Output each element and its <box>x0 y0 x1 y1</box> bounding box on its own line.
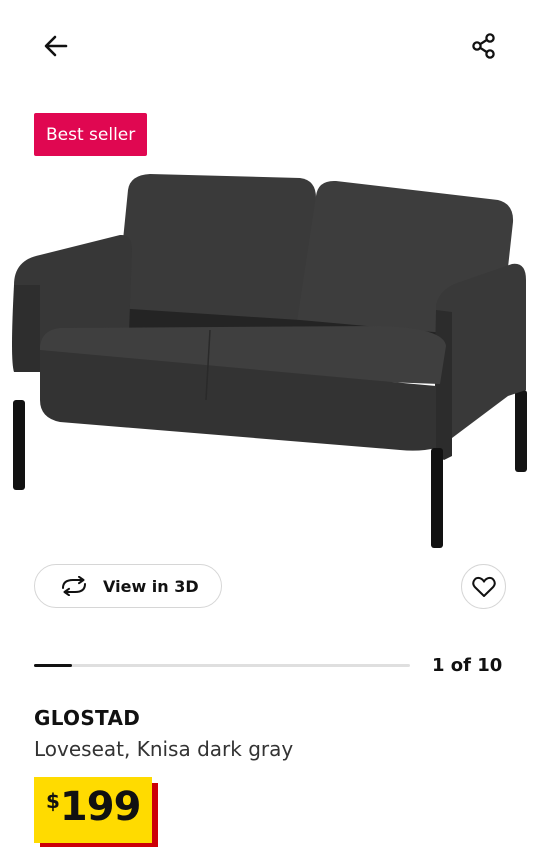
image-counter: 1 of 10 <box>432 655 503 676</box>
gallery-progress-fill <box>34 664 72 667</box>
back-button[interactable] <box>32 22 80 70</box>
favorite-button[interactable] <box>461 564 506 609</box>
gallery-progress-bar <box>34 664 410 667</box>
arrow-left-icon <box>44 35 68 57</box>
price-amount: 199 <box>59 784 141 830</box>
share-button[interactable] <box>460 22 508 70</box>
view-in-3d-button[interactable]: View in 3D <box>34 564 222 608</box>
view-in-3d-label: View in 3D <box>103 576 199 596</box>
heart-icon <box>471 576 496 597</box>
product-image[interactable] <box>0 160 540 555</box>
badge-label: Best seller <box>46 124 136 145</box>
rotate-3d-icon <box>62 576 86 596</box>
product-name: GLOSTAD <box>34 706 141 730</box>
share-icon <box>472 33 495 59</box>
price-currency: $ <box>46 789 60 813</box>
price-tag-face: $ 199 <box>34 777 152 843</box>
best-seller-badge: Best seller <box>34 113 148 156</box>
price-tag: $ 199 <box>34 777 158 847</box>
product-description: Loveseat, Knisa dark gray <box>34 737 294 761</box>
